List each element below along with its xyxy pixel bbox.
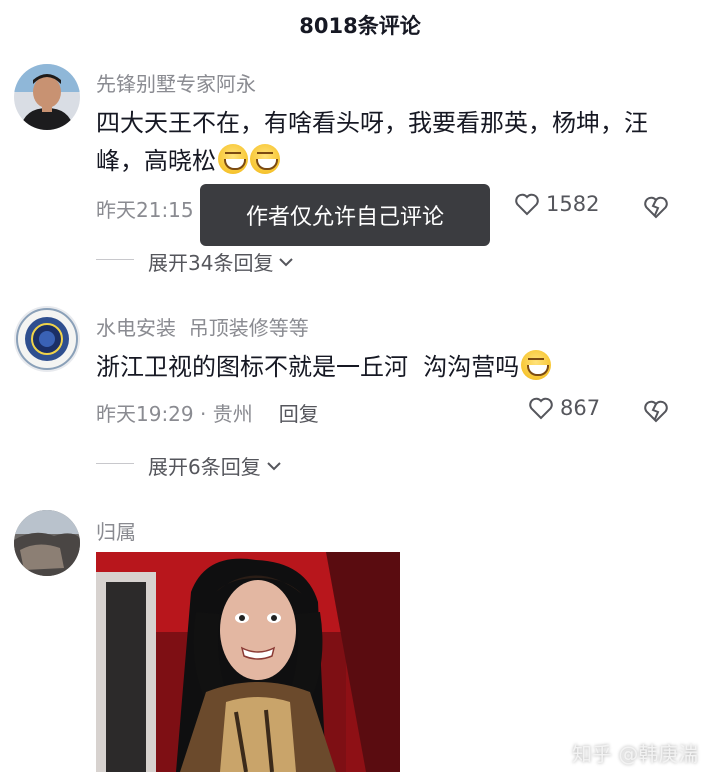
meme-image[interactable] <box>96 552 400 772</box>
heart-outline-icon <box>515 193 539 216</box>
avatar[interactable] <box>14 64 80 130</box>
broken-heart-icon <box>644 196 668 219</box>
comment-username[interactable]: 归属 <box>96 516 136 545</box>
watermark: 知乎 @韩庚湍 <box>572 742 699 766</box>
expand-replies-button[interactable]: 展开6条回复 <box>148 451 283 480</box>
comment-time: 昨天19:29 · 贵州 <box>96 402 253 426</box>
like-count: 1582 <box>546 192 600 216</box>
like-count: 867 <box>560 396 601 420</box>
comment-username[interactable]: 水电安装 吊顶装修等等 <box>96 312 309 341</box>
comment-text: 浙江卫视的图标不就是一丘河 沟沟营吗 <box>96 348 666 386</box>
dislike-button[interactable] <box>643 398 669 424</box>
chevron-down-icon <box>279 257 294 266</box>
comment-username[interactable]: 先锋别墅专家阿永 <box>96 68 256 97</box>
heart-outline-icon <box>529 397 553 420</box>
like-button[interactable]: 867 <box>528 396 600 420</box>
comment-meta: 昨天19:29 · 贵州 回复 <box>96 398 319 427</box>
avatar[interactable] <box>14 306 80 372</box>
dislike-button[interactable] <box>643 194 669 220</box>
toast-message: 作者仅允许自己评论 <box>200 184 490 246</box>
divider <box>96 463 134 464</box>
comment-text: 四大天王不在，有啥看头呀，我要看那英，杨坤，汪峰，高晓松 <box>96 104 666 180</box>
grin-emoji-icon <box>521 350 552 380</box>
broken-heart-icon <box>644 400 668 423</box>
grin-emoji-icon <box>250 144 280 174</box>
avatar[interactable] <box>14 510 80 576</box>
expand-replies-label: 展开6条回复 <box>148 455 261 479</box>
comment-time: 昨天21:15 <box>96 198 194 222</box>
expand-replies-label: 展开34条回复 <box>148 251 274 275</box>
expand-replies-button[interactable]: 展开34条回复 <box>148 247 295 276</box>
reply-button[interactable]: 回复 <box>279 402 319 426</box>
divider <box>96 259 134 260</box>
comment-body: 四大天王不在，有啥看头呀，我要看那英，杨坤，汪峰，高晓松 <box>96 109 648 175</box>
like-button[interactable]: 1582 <box>514 192 599 216</box>
chevron-down-icon <box>267 461 281 470</box>
grin-emoji-icon <box>218 144 248 174</box>
comment-body: 浙江卫视的图标不就是一丘河 沟沟营吗 <box>96 353 520 381</box>
comment-count-title: 8018条评论 <box>299 14 421 38</box>
